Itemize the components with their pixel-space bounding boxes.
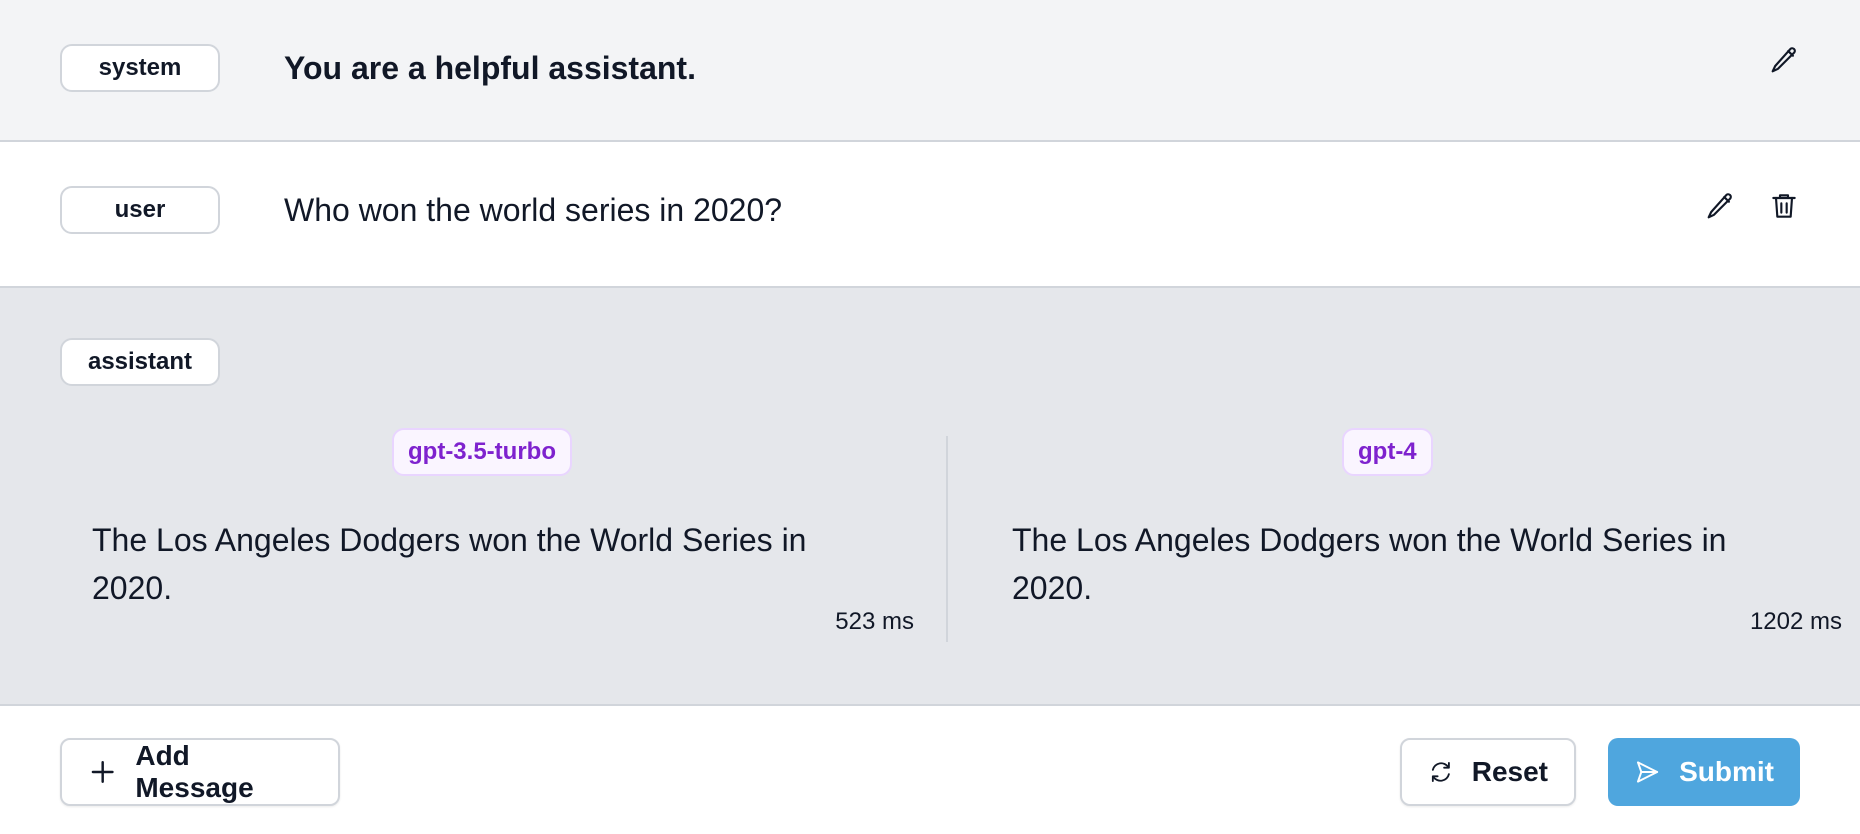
user-message-row: user Who won the world series in 2020? (0, 142, 1860, 288)
role-badge-user[interactable]: user (60, 186, 220, 234)
role-badge-assistant[interactable]: assistant (60, 338, 220, 386)
response-column: gpt-3.5-turbo The Los Angeles Dodgers wo… (60, 428, 946, 638)
refresh-icon (1431, 761, 1450, 783)
pencil-icon (1707, 193, 1732, 219)
latency-label: 1202 ms (1749, 608, 1842, 635)
submit-button[interactable]: Submit (1608, 738, 1800, 806)
edit-system-button[interactable] (1766, 42, 1802, 78)
pencil-icon (1771, 47, 1796, 73)
user-message-text: Who won the world series in 2020? (284, 192, 783, 228)
system-message-row: system You are a helpful assistant. (0, 0, 1860, 142)
delete-user-button[interactable] (1766, 188, 1802, 224)
response-text: The Los Angeles Dodgers won the World Se… (1012, 522, 1727, 606)
add-message-label: Add Message (135, 740, 254, 803)
submit-label: Submit (1679, 756, 1774, 787)
reset-label: Reset (1471, 756, 1548, 787)
model-comparison: gpt-3.5-turbo The Los Angeles Dodgers wo… (0, 428, 1860, 658)
reset-button[interactable]: Reset (1400, 738, 1576, 806)
assistant-message-row: assistant gpt-3.5-turbo The Los Angeles … (0, 288, 1860, 706)
plus-icon (91, 760, 114, 784)
send-icon (1636, 761, 1659, 783)
model-badge: gpt-3.5-turbo (392, 428, 572, 476)
edit-user-button[interactable] (1702, 188, 1738, 224)
system-message-text: You are a helpful assistant. (284, 50, 696, 86)
model-badge: gpt-4 (1342, 428, 1433, 476)
role-badge-system[interactable]: system (60, 44, 220, 92)
trash-icon (1772, 194, 1796, 218)
response-column: gpt-4 The Los Angeles Dodgers won the Wo… (948, 428, 1860, 638)
response-text: The Los Angeles Dodgers won the World Se… (92, 522, 807, 606)
action-bar: Add Message Reset Submit (0, 706, 1860, 834)
latency-label: 523 ms (835, 608, 914, 635)
add-message-button[interactable]: Add Message (60, 738, 340, 806)
